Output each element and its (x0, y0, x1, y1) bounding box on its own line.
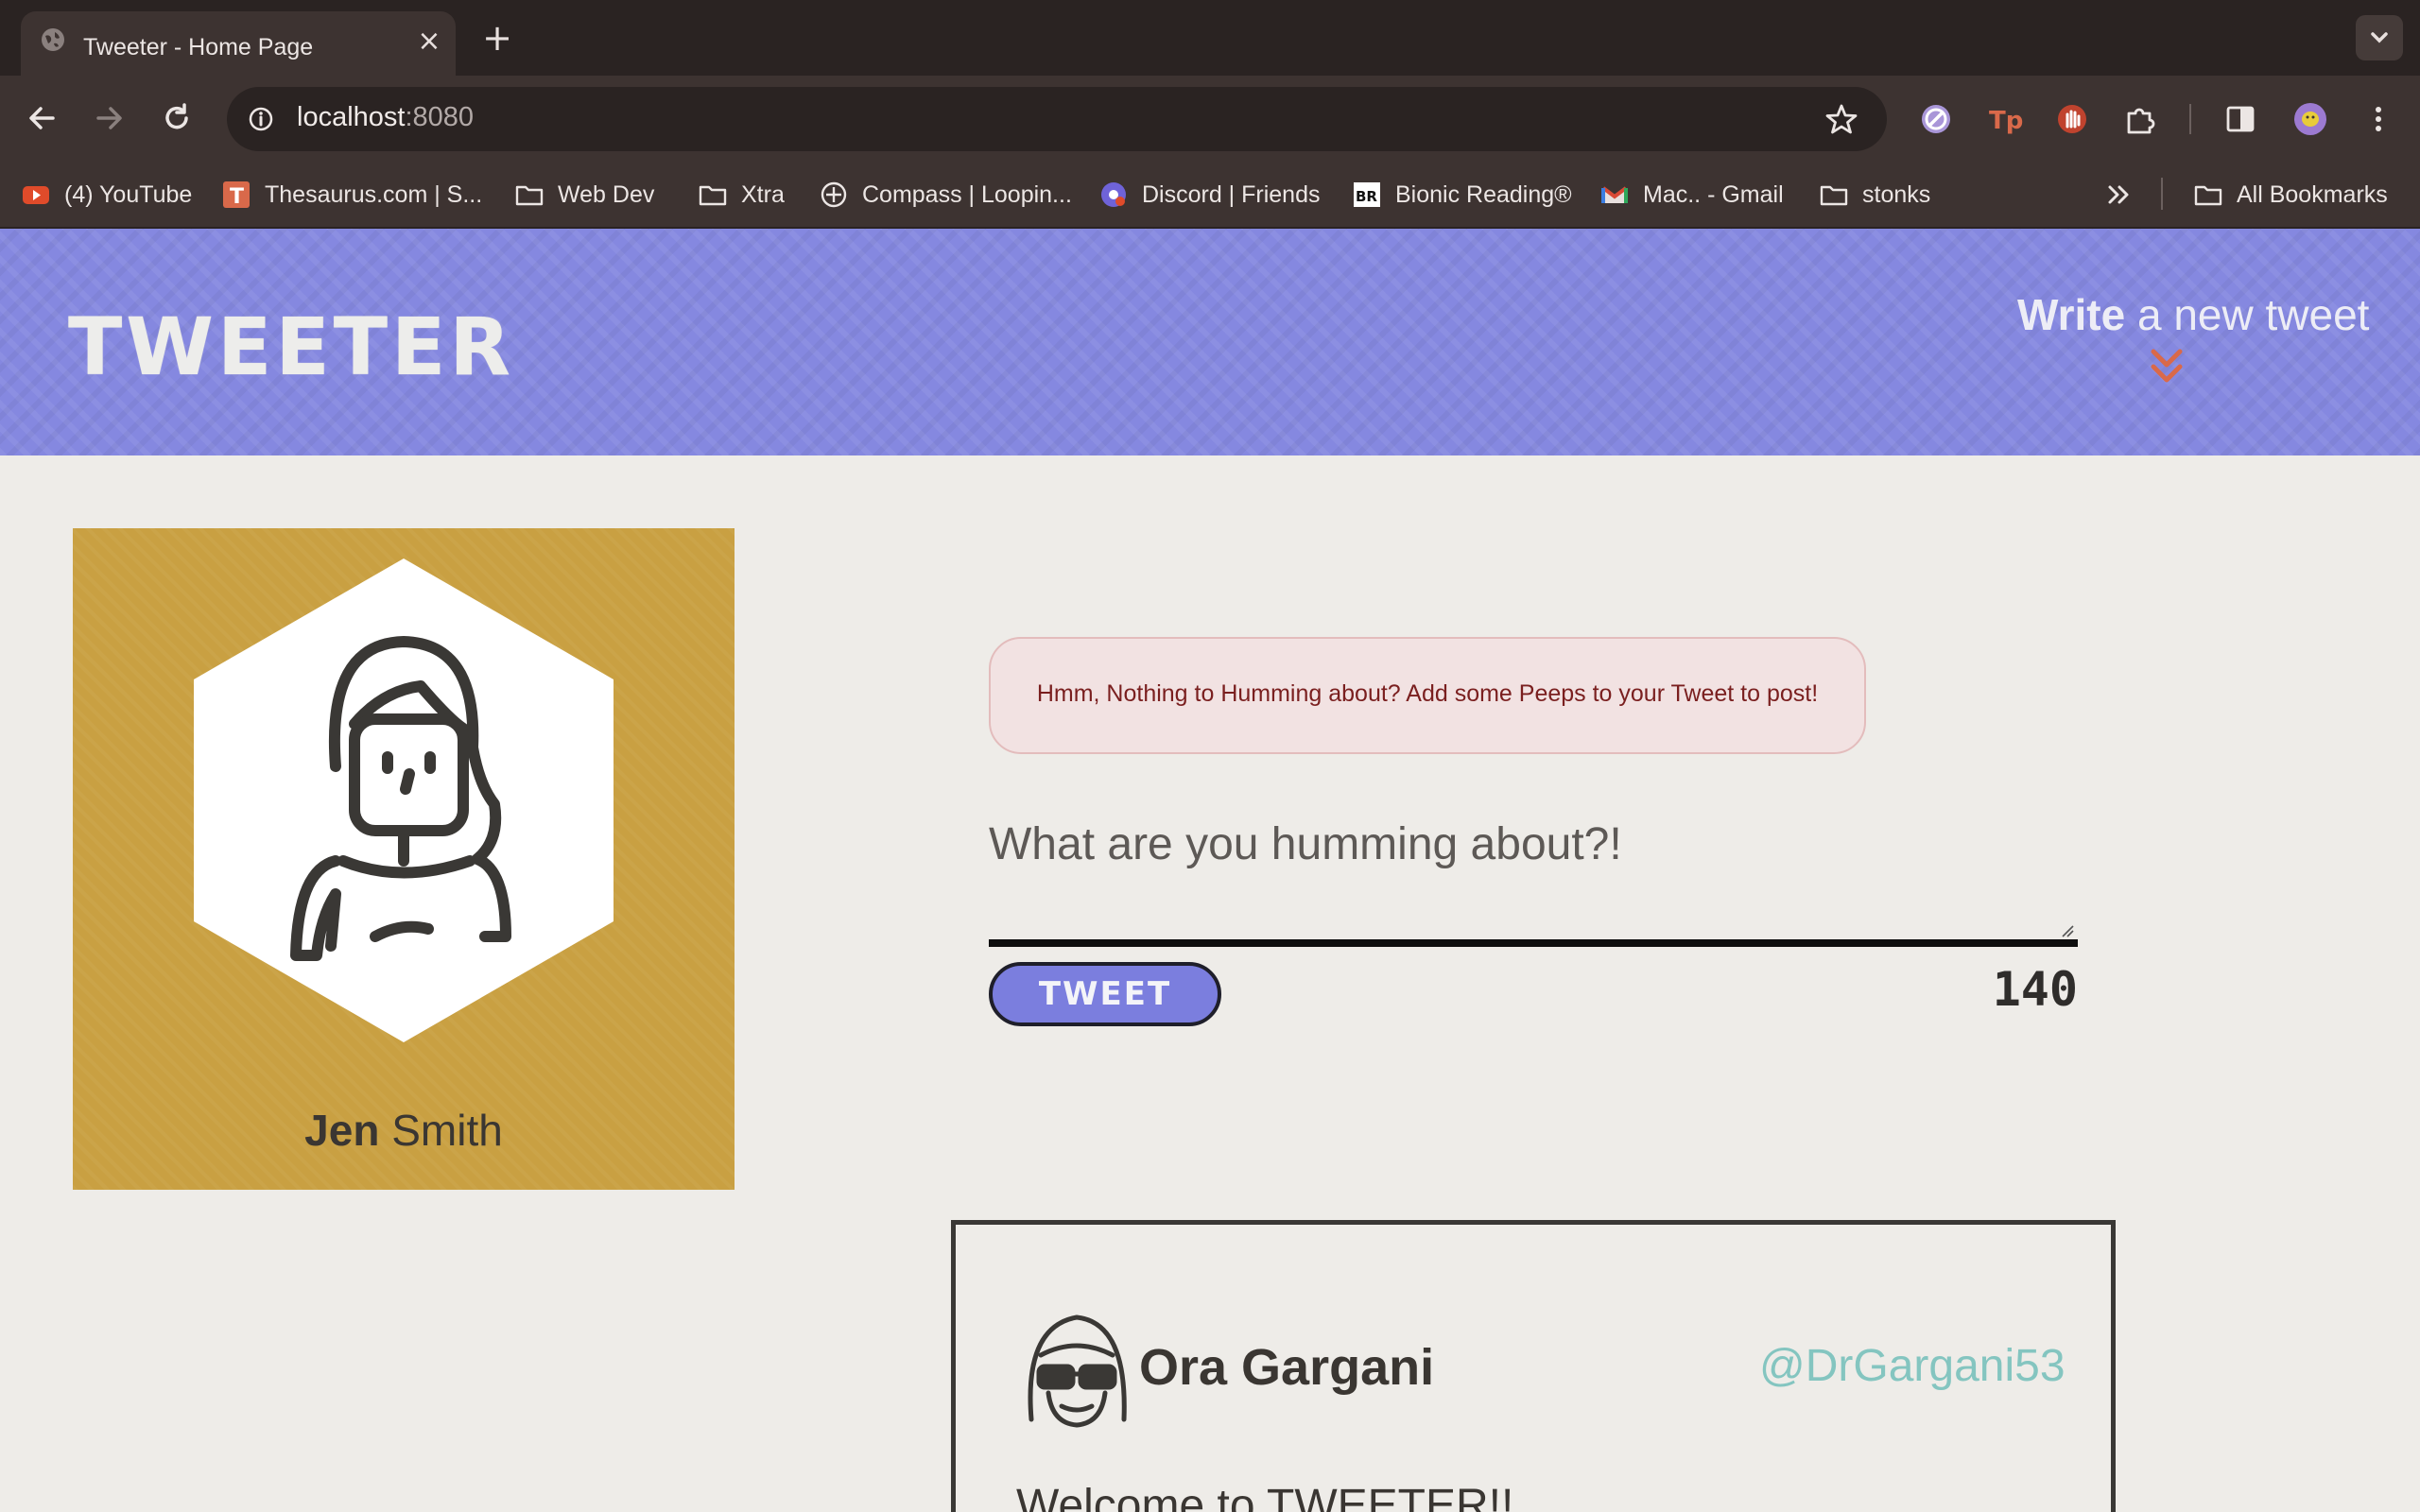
gmail-icon (1601, 186, 1628, 203)
folder-icon (699, 185, 727, 206)
tab-search-button[interactable] (2356, 15, 2403, 60)
tweet-author-name: Ora Gargani (1139, 1339, 1435, 1396)
resize-grip-icon[interactable] (2059, 922, 2074, 937)
tweet-button[interactable]: TWEET (989, 962, 1221, 1026)
tweet-card: Ora Gargani @DrGargani53 Welcome to TWEE… (951, 1220, 2116, 1512)
bookmarks-divider (2161, 178, 2163, 210)
tweet-content: Welcome to TWEETER!! (1016, 1481, 1514, 1512)
bookmark-youtube[interactable]: (4) YouTube (21, 178, 192, 212)
extensions-puzzle-icon[interactable] (2119, 98, 2161, 140)
all-bookmarks-button[interactable]: All Bookmarks (2193, 178, 2388, 212)
side-panel-icon[interactable] (2220, 98, 2261, 140)
svg-text:T: T (230, 185, 244, 209)
user-avatar-icon (1028, 1314, 1127, 1428)
folder-icon (515, 185, 544, 206)
site-info-icon[interactable] (242, 100, 280, 138)
bookmark-gmail[interactable]: Mac.. - Gmail (1599, 178, 1784, 212)
svg-text:BR: BR (1356, 188, 1377, 205)
youtube-icon (23, 186, 49, 204)
tab-strip: Tweeter - Home Page × + (0, 0, 2420, 76)
tab-tweeter[interactable]: Tweeter - Home Page × (21, 11, 456, 76)
bookmark-star-icon[interactable] (1821, 98, 1862, 140)
chevron-down-icon (2371, 32, 2388, 43)
back-arrow-icon[interactable] (21, 96, 64, 140)
forward-arrow-icon[interactable] (87, 96, 130, 140)
bookmark-folder-web-dev[interactable]: Web Dev (514, 178, 654, 212)
url-text[interactable]: localhost:8080 (297, 102, 474, 133)
bookmarks-overflow-icon[interactable] (2102, 180, 2136, 210)
svg-text:Tp: Tp (1989, 107, 2023, 135)
bookmark-folder-stonks[interactable]: stonks (1819, 178, 1930, 212)
tweet-author-handle: @DrGargani53 (1759, 1341, 2066, 1391)
textarea-underline (989, 939, 2078, 947)
compass-icon (821, 181, 847, 208)
profile-avatar-icon[interactable] (2290, 98, 2331, 140)
bookmark-thesaurus[interactable]: T Thesaurus.com | S... (221, 178, 482, 212)
folder-icon (2194, 185, 2222, 206)
bionic-reading-icon: BR (1354, 182, 1380, 207)
error-message-box: Hmm, Nothing to Humming about? Add some … (989, 637, 1866, 754)
bookmark-compass[interactable]: Compass | Loopin... (819, 178, 1072, 212)
bookmark-folder-xtra[interactable]: Xtra (698, 178, 785, 212)
reload-icon[interactable] (155, 96, 199, 140)
extension-tp-icon[interactable]: Tp (1983, 98, 2025, 140)
close-tab-icon[interactable]: × (412, 25, 446, 59)
browser-menu-icon[interactable] (2358, 98, 2399, 140)
profile-avatar-icon (194, 558, 614, 1042)
write-new-tweet-link[interactable]: Write a new tweet (2017, 289, 2369, 340)
address-bar[interactable] (227, 87, 1887, 151)
thesaurus-icon: T (223, 181, 250, 209)
profile-card: Jen Smith (73, 528, 735, 1190)
bookmark-discord[interactable]: Discord | Friends (1098, 178, 1321, 212)
extension-compass-icon[interactable] (1915, 98, 1957, 140)
discord-icon (1101, 182, 1126, 207)
tweet-textarea[interactable] (989, 818, 2078, 941)
extension-hand-icon[interactable] (2051, 98, 2093, 140)
error-message: Hmm, Nothing to Humming about? Add some … (1036, 680, 1819, 707)
character-counter: 140 (1992, 962, 2078, 1017)
double-chevron-down-icon[interactable] (2148, 346, 2186, 389)
site-logo: TWEETER (68, 301, 515, 393)
globe-icon (42, 28, 64, 51)
bookmark-bionic-reading[interactable]: BR Bionic Reading® (1352, 178, 1572, 212)
profile-name: Jen Smith (304, 1106, 503, 1155)
new-tab-icon[interactable]: + (478, 19, 516, 57)
folder-icon (1820, 185, 1848, 206)
toolbar-divider (2189, 104, 2191, 134)
tab-title: Tweeter - Home Page (83, 34, 314, 60)
